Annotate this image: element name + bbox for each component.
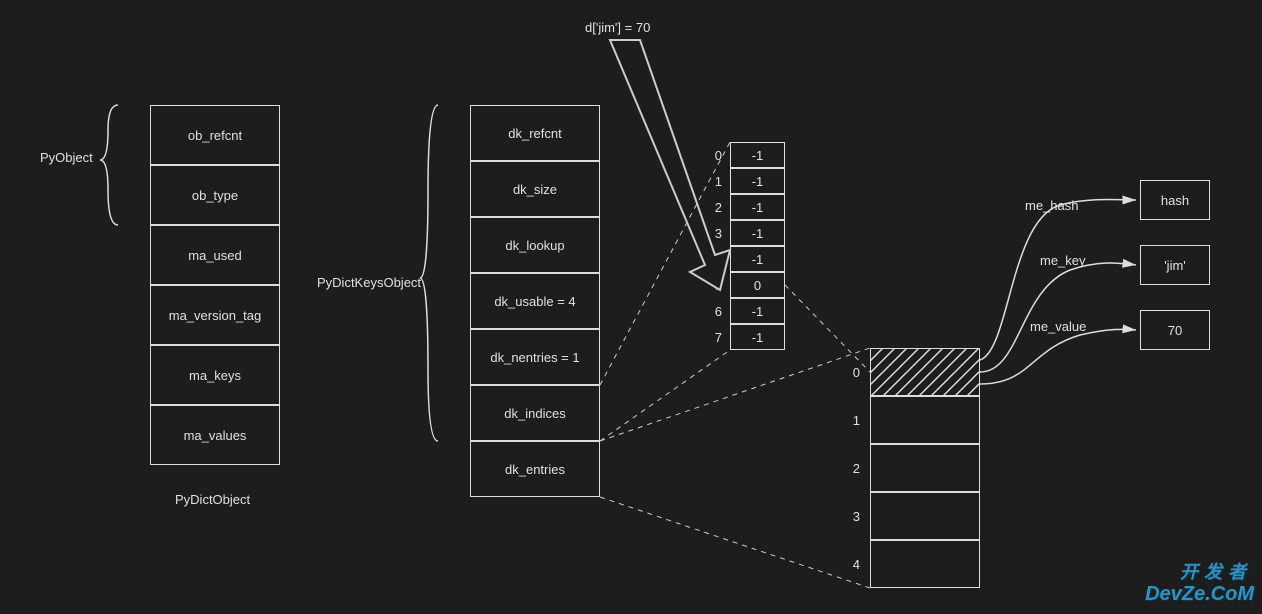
pyobject-label: PyObject — [40, 150, 93, 165]
indices-index: 3 — [702, 226, 722, 241]
indices-cell: -1 — [730, 194, 785, 220]
entries-index: 2 — [840, 461, 860, 476]
pydictobject-field: ma_keys — [150, 345, 280, 405]
hatch-pattern — [871, 348, 979, 396]
operation-label: d['jim'] = 70 — [585, 20, 650, 35]
entries-index: 1 — [840, 413, 860, 428]
entries-cell — [870, 444, 980, 492]
indices-index: 6 — [702, 304, 722, 319]
entries-cell — [870, 492, 980, 540]
entries-cell — [870, 540, 980, 588]
pydictkeysobject-field: dk_refcnt — [470, 105, 600, 161]
target-key-box: 'jim' — [1140, 245, 1210, 285]
pydictobject-label: PyDictObject — [175, 492, 250, 507]
arrow-label-value: me_value — [1030, 319, 1086, 334]
pydictobject-field: ob_type — [150, 165, 280, 225]
pydictkeysobject-field: dk_nentries = 1 — [470, 329, 600, 385]
indices-cell: 0 — [730, 272, 785, 298]
indices-cell: -1 — [730, 142, 785, 168]
indices-index: 4 — [702, 252, 722, 267]
entries-cell — [870, 396, 980, 444]
indices-cell: -1 — [730, 168, 785, 194]
pydictobject-field: ob_refcnt — [150, 105, 280, 165]
target-hash-box: hash — [1140, 180, 1210, 220]
target-value-box: 70 — [1140, 310, 1210, 350]
entries-cell-0 — [870, 348, 980, 396]
indices-cell: -1 — [730, 246, 785, 272]
indices-cell: -1 — [730, 298, 785, 324]
diagram-canvas: d['jim'] = 70 PyObject PyDictObject PyDi… — [0, 0, 1262, 614]
entries-index: 3 — [840, 509, 860, 524]
pydictobject-field: ma_values — [150, 405, 280, 465]
pydictobject-field: ma_version_tag — [150, 285, 280, 345]
pydictkeysobject-field: dk_indices — [470, 385, 600, 441]
pydictkeysobject-field: dk_entries — [470, 441, 600, 497]
arrow-label-key: me_key — [1040, 253, 1086, 268]
pydictkeysobject-field: dk_lookup — [470, 217, 600, 273]
indices-index: 2 — [702, 200, 722, 215]
indices-cell: -1 — [730, 324, 785, 350]
entries-index: 0 — [840, 365, 860, 380]
indices-index: 0 — [702, 148, 722, 163]
indices-cell: -1 — [730, 220, 785, 246]
watermark: 开发者 DevZe.CoM — [1145, 583, 1254, 606]
pydictkeysobject-field: dk_usable = 4 — [470, 273, 600, 329]
entries-index: 4 — [840, 557, 860, 572]
pydictobject-field: ma_used — [150, 225, 280, 285]
indices-index: 7 — [702, 330, 722, 345]
arrow-label-hash: me_hash — [1025, 198, 1078, 213]
pydictkeysobject-field: dk_size — [470, 161, 600, 217]
indices-index: 1 — [702, 174, 722, 189]
pydictkeysobject-label: PyDictKeysObject — [317, 275, 421, 290]
indices-index: 5 — [702, 278, 722, 293]
